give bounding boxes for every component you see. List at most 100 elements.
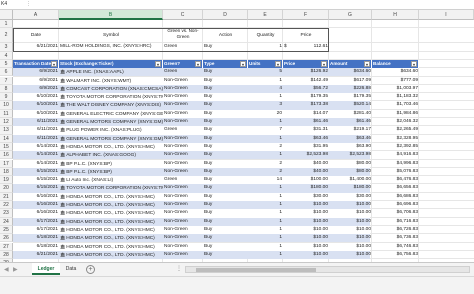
ledger-cell[interactable]: $40.00	[283, 160, 329, 168]
ledger-cell[interactable]: $10.00	[329, 201, 372, 209]
next-sheet-icon[interactable]: ▶	[13, 266, 18, 274]
ledger-cell[interactable]: 20	[248, 110, 283, 118]
ledger-cell[interactable]: $30.00	[283, 193, 329, 201]
filter-dropdown-icon[interactable]: ▾	[364, 60, 370, 67]
ledger-cell[interactable]: Buy	[203, 251, 248, 259]
ledger-cell[interactable]: 2	[248, 168, 283, 176]
filter-dropdown-icon[interactable]: ▾	[155, 60, 161, 67]
ledger-header-cell[interactable]: Transaction Date ▾	[13, 59, 59, 68]
column-header-g[interactable]: G	[329, 10, 372, 20]
row-header[interactable]: 21	[0, 192, 13, 201]
ledger-cell[interactable]: $2,046.32	[372, 118, 419, 126]
ledger-cell[interactable]: 6/15/2021	[13, 184, 59, 192]
ledger-cell[interactable]: Green	[163, 126, 203, 134]
ledger-cell[interactable]: $6,726.83	[372, 226, 419, 234]
tab-splitter-icon[interactable]: ⋮	[176, 265, 182, 272]
ledger-cell[interactable]: $31.31	[283, 126, 329, 134]
summary-header-green[interactable]: Green vs. Non-Green	[163, 28, 203, 43]
ledger-cell[interactable]: $10.00	[329, 251, 372, 259]
row-header[interactable]: 3	[0, 43, 13, 52]
ledger-cell[interactable]: Non-Green	[163, 184, 203, 192]
ledger-cell[interactable]: $126.92	[283, 68, 329, 76]
ledger-cell[interactable]: 1	[248, 118, 283, 126]
ledger-cell[interactable]: Buy	[203, 201, 248, 209]
ledger-cell[interactable]: $173.38	[283, 101, 329, 109]
ledger-cell[interactable]: 🏛 HONDA MOTOR CO., LTD. (XNYS:HMC)	[59, 143, 163, 151]
ledger-cell[interactable]: $1,400.00	[329, 176, 372, 184]
ledger-cell[interactable]: $6,696.83	[372, 201, 419, 209]
column-header-c[interactable]: C	[163, 10, 203, 20]
summary-header-quantity[interactable]: Quantity	[248, 32, 283, 40]
row-header[interactable]: 14	[0, 134, 13, 143]
ledger-cell[interactable]: $777.09	[372, 77, 419, 85]
ledger-cell[interactable]: 1	[248, 135, 283, 143]
ledger-header-cell[interactable]: Green? ▾	[163, 59, 203, 68]
ledger-cell[interactable]: 🏛 BP P.L.C. (XNYS:BP)	[59, 160, 163, 168]
ledger-cell[interactable]: Buy	[203, 193, 248, 201]
ledger-cell[interactable]: $10.00	[283, 201, 329, 209]
ledger-cell[interactable]: 1	[248, 201, 283, 209]
ledger-cell[interactable]: $520.14	[329, 101, 372, 109]
ledger-cell[interactable]: $10.00	[329, 226, 372, 234]
ledger-cell[interactable]: Non-Green	[163, 151, 203, 159]
row-header[interactable]: 17	[0, 159, 13, 168]
ledger-cell[interactable]: Non-Green	[163, 110, 203, 118]
ledger-cell[interactable]: Buy	[203, 101, 248, 109]
ledger-cell[interactable]: Non-Green	[163, 251, 203, 259]
ledger-cell[interactable]: Buy	[203, 209, 248, 217]
row-header[interactable]: 12	[0, 118, 13, 127]
ledger-cell[interactable]: Non-Green	[163, 118, 203, 126]
ledger-cell[interactable]: Buy	[203, 176, 248, 184]
ledger-cell[interactable]: $10.00	[283, 209, 329, 217]
ledger-cell[interactable]: Non-Green	[163, 209, 203, 217]
row-header[interactable]: 7	[0, 76, 13, 85]
ledger-cell[interactable]: $61.46	[329, 118, 372, 126]
row-header[interactable]: 11	[0, 109, 13, 118]
column-header-i[interactable]: I	[419, 10, 474, 20]
ledger-cell[interactable]: $634.60	[329, 68, 372, 76]
ledger-cell[interactable]: Non-Green	[163, 101, 203, 109]
ledger-cell[interactable]: $5,076.83	[372, 168, 419, 176]
ledger-cell[interactable]: $6,746.83	[372, 243, 419, 251]
row-header[interactable]: 13	[0, 126, 13, 135]
ledger-cell[interactable]: 🏛 HONDA MOTOR CO., LTD. (XNYS:HMC)	[59, 218, 163, 226]
row-header[interactable]: 25	[0, 225, 13, 235]
ledger-cell[interactable]: $10.00	[283, 218, 329, 226]
ledger-cell[interactable]: $6,476.83	[372, 176, 419, 184]
column-header-a[interactable]: A	[13, 10, 59, 20]
ledger-cell[interactable]: $63.90	[329, 143, 372, 151]
ledger-cell[interactable]: $10.00	[283, 234, 329, 242]
summary-quantity[interactable]: 1	[248, 43, 283, 51]
ledger-cell[interactable]: $14.07	[283, 110, 329, 118]
ledger-cell[interactable]: 🏛 WALMART INC. (XNYS:WMT)	[59, 77, 163, 85]
ledger-cell[interactable]: $10.00	[283, 226, 329, 234]
ledger-cell[interactable]: Buy	[203, 226, 248, 234]
prev-sheet-icon[interactable]: ◀	[4, 266, 9, 274]
ledger-cell[interactable]: 🏛 TOYOTA MOTOR CORPORATION (XNYS:TM)	[59, 93, 163, 101]
ledger-cell[interactable]: 🏛 HONDA MOTOR CO., LTD. (XNYS:HMC)	[59, 234, 163, 242]
ledger-cell[interactable]: 7	[248, 126, 283, 134]
ledger-cell[interactable]: Non-Green	[163, 234, 203, 242]
filter-dropdown-icon[interactable]: ▾	[51, 60, 57, 67]
ledger-cell[interactable]: 6/16/2021	[13, 193, 59, 201]
ledger-cell[interactable]: 🏛 LI Auto Inc. (XNAS:LI)	[59, 176, 163, 184]
row-header[interactable]: 18	[0, 167, 13, 177]
ledger-cell[interactable]: $10.00	[329, 234, 372, 242]
ledger-cell[interactable]: 6/11/2021	[13, 118, 59, 126]
ledger-cell[interactable]: Buy	[203, 218, 248, 226]
row-header[interactable]: 22	[0, 201, 13, 210]
ledger-cell[interactable]: 🏛 HONDA MOTOR CO., LTD. (XNYS:HMC)	[59, 193, 163, 201]
spreadsheet-grid[interactable]: A B C D E F G H I 1 2 3 4 5 6 7 8 9 10 11 12 13 14 15 16 17 18 19 20…	[0, 10, 474, 268]
summary-header-price[interactable]: Price	[283, 32, 329, 40]
row-header[interactable]: 15	[0, 142, 13, 152]
filter-dropdown-icon[interactable]: ▾	[195, 60, 201, 67]
ledger-cell[interactable]: 5	[248, 68, 283, 76]
ledger-cell[interactable]: $6,716.83	[372, 218, 419, 226]
ledger-cell[interactable]: $63.46	[329, 135, 372, 143]
ledger-cell[interactable]: 6/11/2021	[13, 126, 59, 134]
filter-dropdown-icon[interactable]: ▾	[321, 60, 327, 67]
summary-symbol[interactable]: MILL-ROM HOLDINGS, INC. (XNYS:HRC)	[59, 43, 163, 51]
ledger-cell[interactable]: Buy	[203, 118, 248, 126]
row-header[interactable]: 27	[0, 242, 13, 251]
ledger-cell[interactable]: $142.49	[283, 77, 329, 85]
